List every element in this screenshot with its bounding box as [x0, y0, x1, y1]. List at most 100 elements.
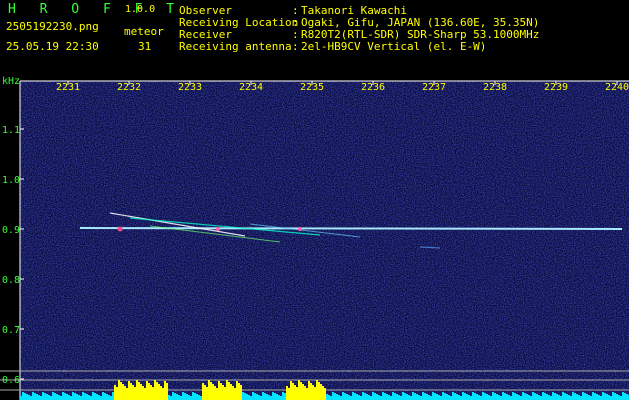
level-bar [22, 392, 24, 400]
level-bar [604, 393, 606, 400]
x-tick-label: 2235 [300, 82, 324, 93]
level-bar [552, 392, 554, 400]
y-axis-unit: kHz [2, 76, 20, 87]
level-bar [80, 396, 82, 400]
app-version: 1.0.0 [125, 4, 156, 15]
level-bar [582, 392, 584, 400]
level-bar [284, 393, 286, 400]
level-bar [216, 388, 218, 400]
level-bar [434, 393, 436, 400]
level-bar [176, 394, 178, 400]
level-bar [268, 395, 270, 400]
level-bar [278, 395, 280, 400]
x-tick-label: 2233 [178, 82, 202, 93]
level-bar [102, 392, 104, 400]
level-bar [262, 392, 264, 400]
level-bar [166, 383, 168, 400]
level-bar [140, 384, 142, 400]
level-bar [462, 392, 464, 400]
level-bar [100, 396, 102, 400]
level-bar [200, 396, 202, 400]
level-bar [56, 394, 58, 400]
level-bar [30, 396, 32, 400]
level-bar [236, 381, 238, 400]
level-bar [568, 395, 570, 400]
x-tick-label: 2232 [117, 82, 141, 93]
level-bar [616, 394, 618, 400]
level-bar [556, 394, 558, 400]
level-bar [282, 392, 284, 400]
level-bar [478, 395, 480, 400]
level-bar [564, 393, 566, 400]
level-bar [382, 392, 384, 400]
level-bar [562, 392, 564, 400]
level-bar [154, 380, 156, 400]
level-bar [486, 394, 488, 400]
level-bar [70, 396, 72, 400]
level-bar [238, 383, 240, 400]
level-bar [156, 382, 158, 400]
level-bar [484, 393, 486, 400]
level-bar [232, 386, 234, 400]
y-tick-label: 0.7 [2, 325, 20, 336]
level-bar [592, 392, 594, 400]
level-bar [184, 393, 186, 400]
level-bar [626, 394, 628, 400]
level-bar [442, 392, 444, 400]
level-bar [132, 385, 134, 400]
level-bar [522, 392, 524, 400]
level-bar [250, 396, 252, 400]
level-bar [536, 394, 538, 400]
level-bar [364, 393, 366, 400]
level-bar [274, 393, 276, 400]
level-bar [500, 396, 502, 400]
level-bar [464, 393, 466, 400]
level-bar [182, 392, 184, 400]
level-bar [538, 395, 540, 400]
antenna-value: 2el-HB9CV Vertical (el. E-W) [301, 40, 487, 53]
level-bar [84, 393, 86, 400]
level-bar [164, 381, 166, 400]
level-bar [186, 394, 188, 400]
level-bar [172, 392, 174, 400]
level-bar [554, 393, 556, 400]
level-bar [344, 393, 346, 400]
level-bar [50, 396, 52, 400]
level-bar [572, 392, 574, 400]
level-bar [234, 388, 236, 400]
level-bar [28, 395, 30, 400]
level-bar [558, 395, 560, 400]
level-bar [624, 393, 626, 400]
level-bar [174, 393, 176, 400]
level-bar [290, 381, 292, 400]
level-bar [160, 386, 162, 400]
level-bar [152, 387, 154, 400]
level-bar [456, 394, 458, 400]
level-bar [210, 382, 212, 400]
level-bar [570, 396, 572, 400]
level-bar [46, 394, 48, 400]
level-bar [62, 392, 64, 400]
level-bar [350, 396, 352, 400]
level-bar [514, 393, 516, 400]
level-bar [528, 395, 530, 400]
level-bar [270, 396, 272, 400]
level-bar [458, 395, 460, 400]
level-bar [68, 395, 70, 400]
level-bar [324, 388, 326, 400]
level-bar [356, 394, 358, 400]
level-bar [128, 381, 130, 400]
level-bar [376, 394, 378, 400]
level-bar [104, 393, 106, 400]
level-bar [126, 388, 128, 400]
level-bar [566, 394, 568, 400]
y-tick-label: 0.8 [2, 275, 20, 286]
level-bar [392, 392, 394, 400]
level-bar [54, 393, 56, 400]
level-bar [72, 392, 74, 400]
level-bar [108, 395, 110, 400]
level-bar [534, 393, 536, 400]
level-bar [194, 393, 196, 400]
level-bar [468, 395, 470, 400]
level-bar [298, 380, 300, 400]
